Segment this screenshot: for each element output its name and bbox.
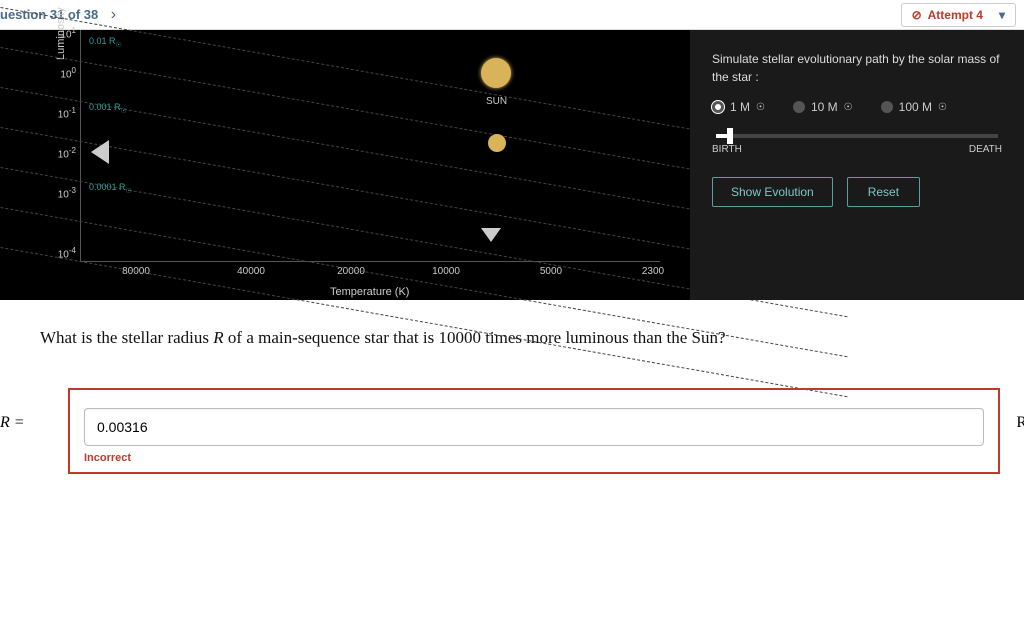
- slider-handle[interactable]: [727, 128, 733, 144]
- iso-radius-label: 0.0001 R☉: [89, 182, 132, 195]
- simulation-panel: Luminosity Temperature (K) 101 100 10-1 …: [0, 30, 1024, 300]
- unit-label: R☉: [1016, 414, 1024, 434]
- slider-death-label: DEATH: [969, 144, 1002, 155]
- mass-option-1[interactable]: 1 M☉: [712, 100, 765, 114]
- x-tick: 40000: [237, 266, 265, 277]
- header-bar: uestion 31 of 38 › ⊘ Attempt 4 ▾: [0, 0, 1024, 30]
- caret-down-icon: ▾: [999, 8, 1005, 22]
- x-tick: 10000: [432, 266, 460, 277]
- attempt-label: Attempt 4: [928, 8, 983, 22]
- mass-option-10[interactable]: 10 M☉: [793, 100, 853, 114]
- reset-button[interactable]: Reset: [847, 177, 920, 207]
- show-evolution-button[interactable]: Show Evolution: [712, 177, 833, 207]
- radio-icon: [881, 101, 893, 113]
- incorrect-label: Incorrect: [84, 452, 984, 464]
- y-tick: 100: [41, 66, 76, 80]
- slider-labels: BIRTH DEATH: [712, 144, 1002, 155]
- controls-intro: Simulate stellar evolutionary path by th…: [712, 50, 1002, 86]
- iso-radius-label: 0.01 R☉: [89, 36, 122, 49]
- hr-diagram[interactable]: Luminosity Temperature (K) 101 100 10-1 …: [0, 30, 690, 300]
- sun-marker: [481, 58, 511, 88]
- answer-input[interactable]: [84, 408, 984, 446]
- y-tick: 101: [41, 26, 76, 40]
- ban-icon: ⊘: [912, 8, 922, 22]
- x-tick: 5000: [540, 266, 562, 277]
- play-back-icon[interactable]: [91, 140, 109, 164]
- y-tick: 10-1: [41, 106, 76, 120]
- answer-box: Incorrect: [68, 388, 1000, 474]
- x-axis-label: Temperature (K): [330, 286, 409, 298]
- chevron-right-icon[interactable]: ›: [111, 6, 116, 23]
- radio-icon: [793, 101, 805, 113]
- x-tick: 2300: [642, 266, 664, 277]
- mass-option-100[interactable]: 100 M☉: [881, 100, 947, 114]
- y-tick: 10-2: [41, 146, 76, 160]
- plot-area: 101 100 10-1 10-2 10-3 10-4 80000 40000 …: [80, 30, 660, 262]
- sun-label: SUN: [486, 96, 507, 107]
- position-indicator-icon: [481, 228, 501, 242]
- controls-panel: Simulate stellar evolutionary path by th…: [690, 30, 1024, 300]
- y-tick: 10-3: [41, 186, 76, 200]
- r-equals-label: R =: [0, 414, 25, 432]
- evolution-slider[interactable]: [716, 134, 998, 138]
- attempt-dropdown[interactable]: ⊘ Attempt 4 ▾: [901, 3, 1016, 27]
- question-area: What is the stellar radius R of a main-s…: [0, 300, 1024, 484]
- slider-birth-label: BIRTH: [712, 144, 742, 155]
- radio-icon: [712, 101, 724, 113]
- mass-selector: 1 M☉ 10 M☉ 100 M☉: [712, 100, 1002, 114]
- star-marker: [488, 134, 506, 152]
- iso-radius-label: 0.001 R☉: [89, 102, 127, 115]
